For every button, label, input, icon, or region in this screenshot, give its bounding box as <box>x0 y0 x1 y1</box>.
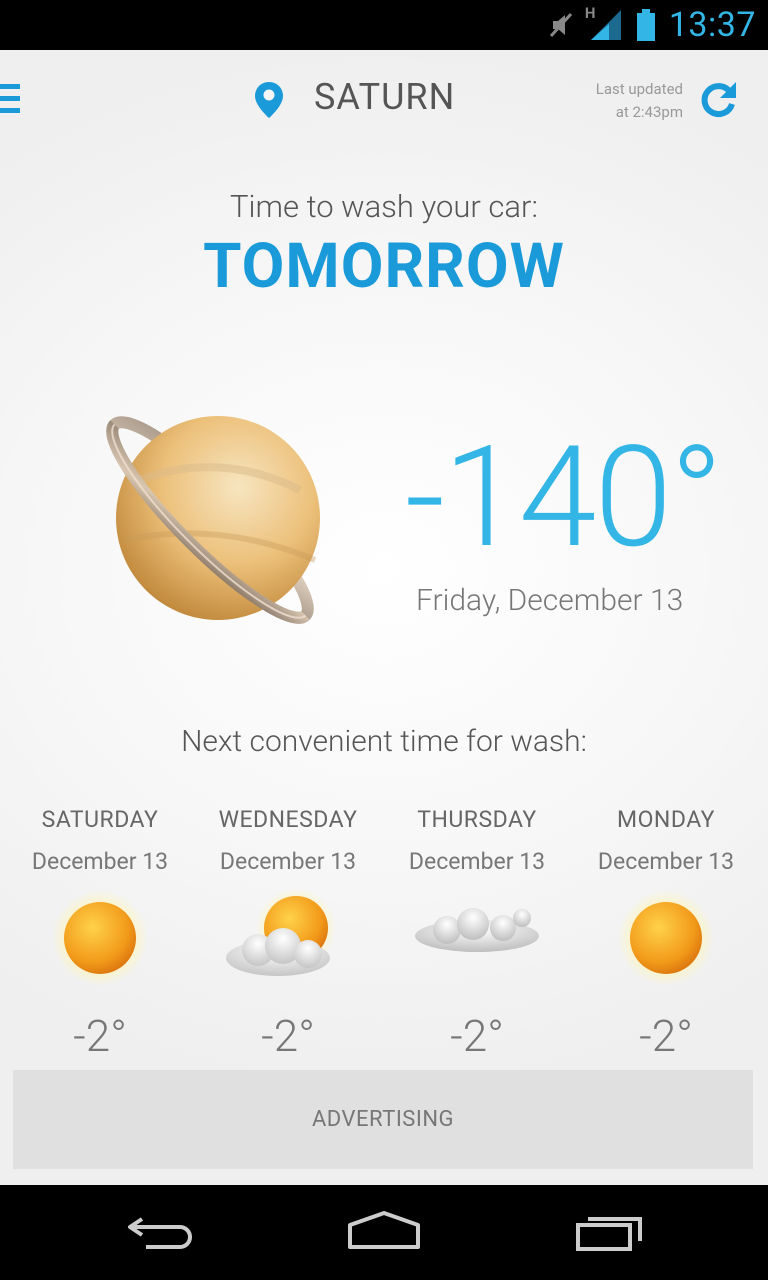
headline-label: Time to wash your car: <box>230 188 538 225</box>
navigation-bar <box>0 1185 768 1280</box>
location-name[interactable]: SATURN <box>314 76 455 118</box>
day-temp: -2° <box>450 1010 504 1062</box>
signal-icon: H <box>585 4 625 42</box>
day-name: THURSDAY <box>417 806 537 833</box>
temperature: -140° <box>405 416 723 580</box>
ad-banner[interactable]: ADVERTISING <box>13 1070 753 1169</box>
partly-cloudy-icon <box>226 888 336 976</box>
battery-icon <box>636 9 655 41</box>
day-date: December 13 <box>597 848 735 875</box>
back-icon[interactable] <box>122 1205 198 1255</box>
last-updated: Last updated at 2:43pm <box>596 78 683 124</box>
headline-value: TOMORROW <box>203 230 565 303</box>
last-updated-line1: Last updated <box>595 80 683 98</box>
saturn-icon <box>106 416 320 624</box>
day-temp: -2° <box>639 1010 693 1062</box>
current-date: Friday, December 13 <box>416 583 684 618</box>
sun-icon <box>618 890 714 986</box>
status-bar: H 13:37 <box>0 0 768 50</box>
day-temp: -2° <box>73 1010 127 1062</box>
forecast-day[interactable]: WEDNESDAY December 13 -2° <box>193 806 383 1062</box>
day-date: December 13 <box>408 848 546 875</box>
forecast-day[interactable]: SATURDAY December 13 -2° <box>5 806 195 1062</box>
refresh-icon[interactable] <box>696 78 740 122</box>
app-content: SATURN Last updated at 2:43pm Time to wa… <box>0 50 768 1185</box>
location-pin-icon[interactable] <box>252 80 286 120</box>
cloud-icon <box>415 908 539 952</box>
menu-icon[interactable] <box>0 84 22 114</box>
last-updated-time: at 2:43pm <box>615 103 683 121</box>
forecast-day[interactable]: MONDAY December 13 -2° <box>571 806 761 1062</box>
recent-apps-icon[interactable] <box>572 1205 648 1255</box>
status-time: 13:37 <box>668 5 756 45</box>
day-name: WEDNESDAY <box>218 806 358 833</box>
day-name: SATURDAY <box>41 806 159 833</box>
home-icon[interactable] <box>345 1205 423 1255</box>
forecast-label: Next convenient time for wash: <box>181 724 587 759</box>
day-date: December 13 <box>31 848 169 875</box>
day-date: December 13 <box>219 848 357 875</box>
sun-icon <box>52 890 148 986</box>
mute-icon <box>549 12 572 38</box>
day-name: MONDAY <box>617 806 715 833</box>
forecast-day[interactable]: THURSDAY December 13 -2° <box>382 806 572 1062</box>
forecast-list: SATURDAY December 13 -2° WEDNESDAY Decem… <box>0 806 768 1066</box>
day-temp: -2° <box>261 1010 315 1062</box>
